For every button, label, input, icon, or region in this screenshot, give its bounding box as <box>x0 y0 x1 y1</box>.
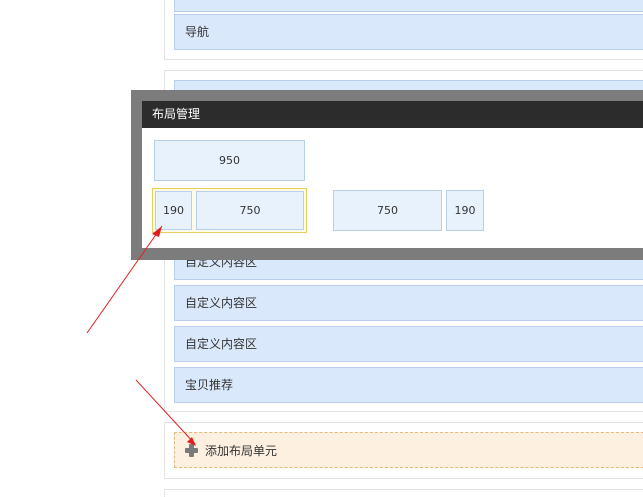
plus-icon <box>185 443 198 457</box>
add-layout-unit-label: 添加布局单元 <box>205 443 278 458</box>
column-750: 750 <box>196 191 304 230</box>
column-190: 190 <box>155 191 192 230</box>
module-row-custom-content[interactable]: 自定义内容区 <box>174 285 643 321</box>
layout-option-right-sidebar-column-190[interactable]: 190 <box>446 190 484 231</box>
module-row-nav[interactable]: 导航 <box>174 14 643 50</box>
module-row-recommended-items[interactable]: 宝贝推荐 <box>174 367 643 403</box>
module-row[interactable] <box>174 0 643 12</box>
layout-option-950[interactable]: 950 <box>154 140 305 181</box>
page: 导航 自定义内容区 自定义内容区 自定义内容区 自定义内容区 宝贝推荐 添加布局… <box>0 0 643 497</box>
add-layout-unit-button[interactable]: 添加布局单元 <box>174 432 643 468</box>
module-row-custom-content[interactable]: 自定义内容区 <box>174 326 643 362</box>
layout-section-next <box>164 489 643 497</box>
layout-option-right-sidebar-column-750[interactable]: 750 <box>333 190 442 231</box>
dialog-title: 布局管理 <box>142 101 643 128</box>
